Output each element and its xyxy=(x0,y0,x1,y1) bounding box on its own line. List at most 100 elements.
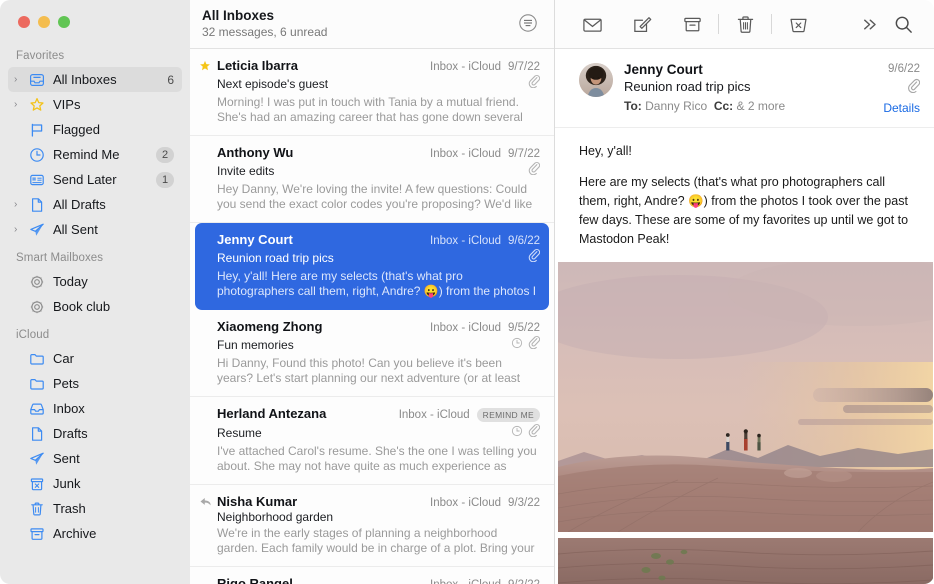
message-list-item[interactable]: Xiaomeng Zhong Inbox - iCloud 9/5/22 Fun… xyxy=(190,310,554,397)
archive-button[interactable] xyxy=(675,10,709,38)
mail-toolbar xyxy=(555,0,934,49)
sidebar-item-remind-me[interactable]: Remind Me 2 xyxy=(8,142,182,167)
junk-button[interactable] xyxy=(781,10,815,38)
message-subject: Reunion road trip pics xyxy=(217,250,334,265)
count-badge: 1 xyxy=(156,171,174,188)
message-subject: Resume xyxy=(217,425,262,440)
sidebar-item-sent[interactable]: Sent xyxy=(8,446,182,471)
cc-label: Cc: xyxy=(713,99,734,113)
message-list-item[interactable]: Anthony Wu Inbox - iCloud 9/7/22 Invite … xyxy=(190,136,554,223)
message-subject: Next episode's guest xyxy=(217,76,329,91)
paperclip-icon xyxy=(907,78,921,98)
desert-sunset-photo[interactable] xyxy=(558,262,933,532)
reading-pane: Jenny Court Reunion road trip pics To: D… xyxy=(555,0,934,584)
vip-star-icon xyxy=(198,59,212,77)
sidebar-item-label: Remind Me xyxy=(53,147,120,162)
filter-icon[interactable] xyxy=(518,13,540,35)
sidebar-item-junk[interactable]: Junk xyxy=(8,471,182,496)
delete-button[interactable] xyxy=(728,10,762,38)
disclosure-chevron-icon[interactable]: › xyxy=(14,74,27,85)
message-mailbox: Inbox - iCloud xyxy=(430,579,501,584)
to-value[interactable]: Danny Rico xyxy=(645,99,707,113)
sidebar-item-archive[interactable]: Archive xyxy=(8,521,182,546)
cc-value[interactable]: & 2 more xyxy=(737,99,786,113)
disclosure-chevron-icon[interactable]: › xyxy=(14,199,27,210)
sidebar-item-label: All Drafts xyxy=(53,197,106,212)
page-title: All Inboxes xyxy=(202,8,275,23)
message-list-item[interactable]: Nisha Kumar Inbox - iCloud 9/3/22 Neighb… xyxy=(190,485,554,567)
sidebar-item-inbox[interactable]: Inbox xyxy=(8,396,182,421)
message-sender: Jenny Court xyxy=(217,232,293,247)
sidebar-item-pets[interactable]: Pets xyxy=(8,371,182,396)
count-badge: 2 xyxy=(156,146,174,163)
gear-icon xyxy=(27,274,47,290)
sidebar-item-trash[interactable]: Trash xyxy=(8,496,182,521)
sidebar-item-label: Car xyxy=(53,351,74,366)
message-preview: Hi Danny, Found this photo! Can you beli… xyxy=(217,356,521,385)
message-list-pane: All Inboxes 32 messages, 6 unread Letici… xyxy=(190,0,555,584)
junk-icon xyxy=(27,476,47,492)
sidebar-section-header: iCloud xyxy=(16,329,50,341)
sidebar-item-car[interactable]: Car xyxy=(8,346,182,371)
message-subject: Fun memories xyxy=(217,337,294,352)
inbox-icon xyxy=(27,401,47,417)
sidebar-item-vips[interactable]: › VIPs xyxy=(8,92,182,117)
message-subject: Invite edits xyxy=(217,163,275,178)
paper-plane-icon xyxy=(27,222,47,238)
mail-body: Hey, y'all! Here are my selects (that's w… xyxy=(555,128,934,584)
message-date: 9/3/22 xyxy=(508,497,540,509)
message-date: 9/7/22 xyxy=(508,61,540,73)
sidebar-item-label: Send Later xyxy=(53,172,117,187)
sidebar-item-send-later[interactable]: Send Later 1 xyxy=(8,167,182,192)
body-paragraph: Hey, y'all! xyxy=(579,144,632,158)
message-list[interactable]: Leticia Ibarra Inbox - iCloud 9/7/22 Nex… xyxy=(190,49,554,584)
more-button[interactable] xyxy=(852,10,886,38)
message-list-header: All Inboxes 32 messages, 6 unread xyxy=(190,0,554,49)
message-mailbox: Inbox - iCloud xyxy=(430,322,502,334)
folder-icon xyxy=(27,376,47,392)
sidebar-item-label: Today xyxy=(53,274,88,289)
disclosure-chevron-icon[interactable]: › xyxy=(14,224,27,235)
message-list-item[interactable]: Herland Antezana Inbox - iCloud REMIND M… xyxy=(190,397,554,485)
sidebar-item-label: Book club xyxy=(53,299,111,314)
gear-icon xyxy=(27,299,47,315)
close-button[interactable] xyxy=(18,16,30,28)
message-preview: We're in the early stages of planning a … xyxy=(217,526,535,555)
sidebar-item-all-drafts[interactable]: › All Drafts xyxy=(8,192,182,217)
message-list-item[interactable]: Jenny Court Inbox - iCloud 9/6/22 Reunio… xyxy=(195,223,549,310)
folder-icon xyxy=(27,351,47,367)
star-icon xyxy=(27,97,47,113)
minimize-button[interactable] xyxy=(38,16,50,28)
message-list-item[interactable]: Leticia Ibarra Inbox - iCloud 9/7/22 Nex… xyxy=(190,49,554,136)
message-list-item[interactable]: Rigo Rangel Inbox - iCloud 9/2/22 Park P… xyxy=(190,567,554,584)
paperclip-icon xyxy=(528,335,541,354)
flag-icon xyxy=(27,122,47,138)
trash-icon xyxy=(27,501,47,517)
message-preview: Morning! I was put in touch with Tania b… xyxy=(217,95,523,124)
sidebar-item-book-club[interactable]: Book club xyxy=(8,294,182,319)
sidebar: Favorites › All Inboxes 6 › VIPs Flagged Rem… xyxy=(0,0,190,584)
search-icon[interactable] xyxy=(886,10,920,38)
paperclip-icon xyxy=(528,248,541,267)
toolbar-separator xyxy=(718,14,719,34)
message-mailbox: Inbox - iCloud xyxy=(430,497,502,509)
sidebar-item-all-sent[interactable]: › All Sent xyxy=(8,217,182,242)
compose-button[interactable] xyxy=(625,10,659,38)
message-date: 9/6/22 xyxy=(508,235,540,247)
unread-count: 6 xyxy=(167,72,174,87)
sidebar-section-header: Favorites xyxy=(16,50,65,62)
desert-rock-photo[interactable] xyxy=(558,538,933,584)
mark-unread-button[interactable] xyxy=(575,10,609,38)
sidebar-item-all-inboxes[interactable]: › All Inboxes 6 xyxy=(8,67,182,92)
message-preview: I've attached Carol's resume. She's the … xyxy=(217,444,537,473)
message-body-text: Hey, y'all! Here are my selects (that's w… xyxy=(555,128,934,262)
sidebar-item-today[interactable]: Today xyxy=(8,269,182,294)
zoom-button[interactable] xyxy=(58,16,70,28)
all-inboxes-icon xyxy=(27,72,47,88)
sidebar-item-flagged[interactable]: Flagged xyxy=(8,117,182,142)
sender-name: Jenny Court xyxy=(624,62,703,77)
details-link[interactable]: Details xyxy=(883,99,920,117)
sidebar-item-drafts[interactable]: Drafts xyxy=(8,421,182,446)
body-paragraph: Here are my selects (that's what pro pho… xyxy=(579,175,909,246)
disclosure-chevron-icon[interactable]: › xyxy=(14,99,27,110)
